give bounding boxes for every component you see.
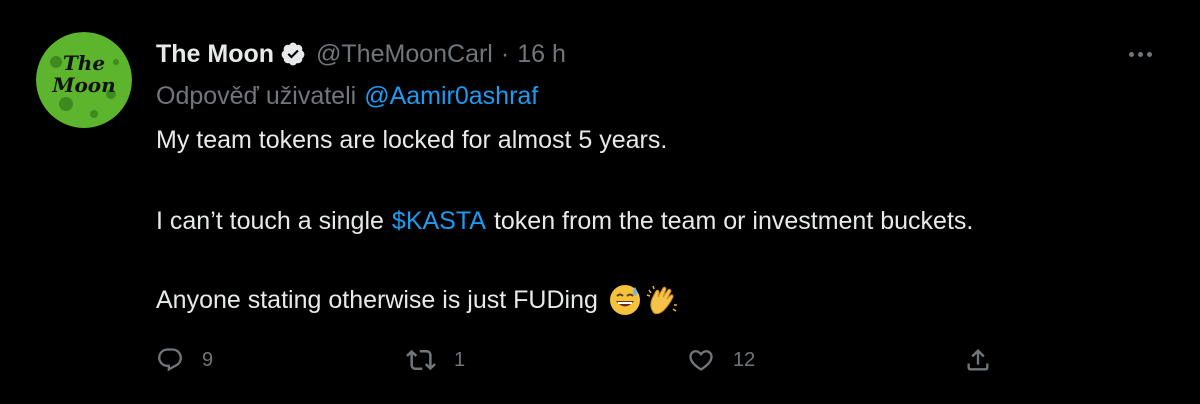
tweet-header: The Moon @TheMoonCarl · 16 h xyxy=(156,36,566,72)
reply-action[interactable]: 9 xyxy=(156,342,213,378)
header-separator: · xyxy=(500,39,510,68)
share-action[interactable] xyxy=(964,342,992,378)
heart-icon xyxy=(689,350,713,371)
avatar-logo-text-top: The xyxy=(63,51,105,75)
avatar[interactable]: The Moon xyxy=(36,32,132,128)
sweat-smile-emoji xyxy=(608,283,642,317)
retweet-icon xyxy=(406,349,436,371)
tweet-text-line-2-end: token from the team or investment bucket… xyxy=(493,206,974,235)
reply-context: Odpověď uživateli @Aamir0ashraf xyxy=(156,76,538,116)
reply-to-mention-link[interactable]: @Aamir0ashraf xyxy=(364,82,538,111)
retweet-count: 1 xyxy=(454,348,466,371)
clapping-hands-emoji xyxy=(646,283,680,317)
verified-badge-icon xyxy=(280,41,306,67)
share-icon xyxy=(967,349,989,371)
tweet-text-line: My team tokens are locked for almost 5 y… xyxy=(156,120,667,160)
avatar-logo-text-bottom: Moon xyxy=(51,73,115,97)
more-dot-icon xyxy=(1128,51,1134,57)
like-action[interactable]: 12 xyxy=(687,342,755,378)
reply-icon xyxy=(158,348,182,372)
retweet-action[interactable]: 1 xyxy=(406,342,465,378)
reply-to-label: Odpověď uživateli xyxy=(156,81,357,110)
tweet-text-line: Anyone stating otherwise is just FUDing xyxy=(156,280,680,320)
tweet-text-line-2-start: I can’t touch a single xyxy=(156,206,384,235)
tweet-text-line-3: Anyone stating otherwise is just FUDing xyxy=(156,285,598,314)
tweet-timestamp[interactable]: 16 h xyxy=(517,40,566,69)
author-handle[interactable]: @TheMoonCarl xyxy=(316,40,493,69)
more-dot-icon xyxy=(1146,51,1152,57)
like-count: 12 xyxy=(733,348,756,371)
tweet[interactable]: The Moon The Moon @TheMoonCarl · 16 h Od… xyxy=(0,0,1200,404)
reply-count: 9 xyxy=(202,348,214,371)
more-dot-icon xyxy=(1137,51,1143,57)
display-name[interactable]: The Moon xyxy=(156,40,274,69)
more-options-button[interactable] xyxy=(1120,36,1160,72)
tweet-text-line: I can’t touch a single $KASTA token from… xyxy=(156,201,973,241)
cashtag-link[interactable]: $KASTA xyxy=(392,207,486,236)
tweet-text-line-1: My team tokens are locked for almost 5 y… xyxy=(156,125,668,154)
